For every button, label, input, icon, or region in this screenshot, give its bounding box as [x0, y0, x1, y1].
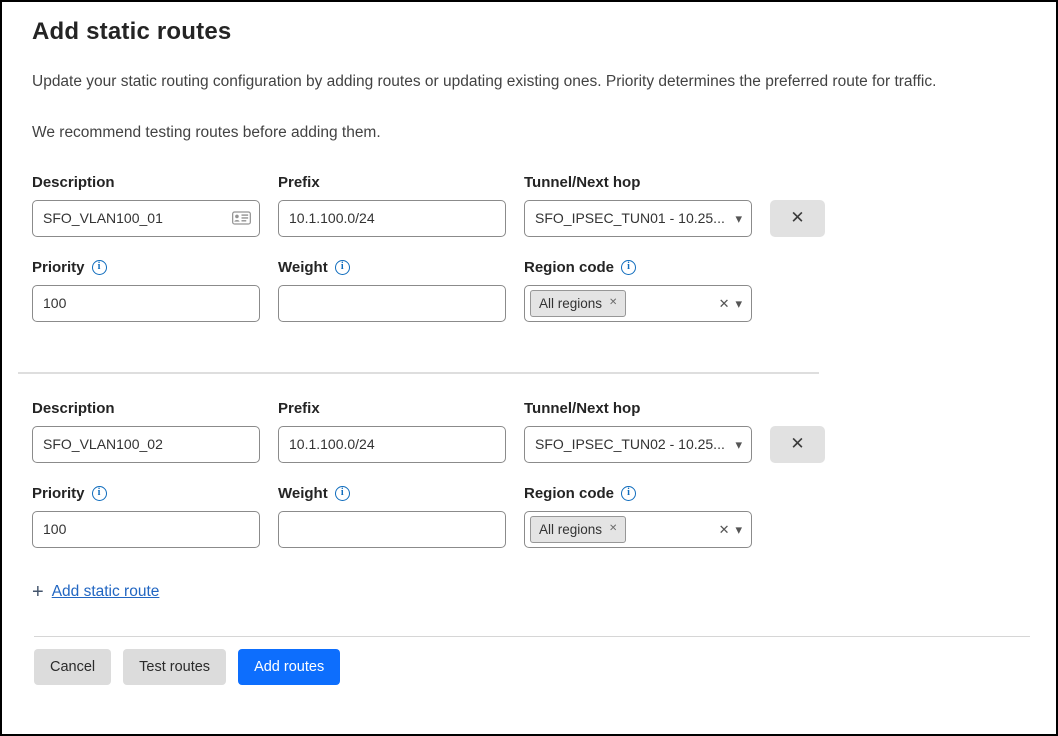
route-section-2: Description Prefix Tunnel/Next hop SFO_I…: [32, 400, 1026, 548]
weight-field-group: Weight i: [278, 485, 506, 548]
add-static-routes-dialog: Add static routes Update your static rou…: [2, 2, 1056, 685]
prefix-label: Prefix: [278, 174, 506, 191]
clear-selection-icon[interactable]: ✕: [719, 297, 730, 310]
weight-field-group: Weight i: [278, 259, 506, 322]
priority-field-group: Priority i: [32, 259, 260, 322]
region-tag-label: All regions: [539, 522, 602, 537]
remove-tag-icon[interactable]: ✕: [609, 298, 617, 308]
prefix-input[interactable]: [278, 426, 506, 463]
weight-label: Weight i: [278, 485, 506, 502]
description-label: Description: [32, 400, 260, 417]
priority-label-text: Priority: [32, 259, 85, 276]
priority-label-text: Priority: [32, 485, 85, 502]
tunnel-select[interactable]: SFO_IPSEC_TUN01 - 10.25... ▾: [524, 200, 752, 237]
region-multiselect[interactable]: All regions ✕ ✕ ▾: [524, 511, 752, 548]
close-icon: ✕: [790, 434, 804, 453]
chevron-down-icon: ▾: [735, 297, 742, 310]
dialog-footer: Cancel Test routes Add routes: [32, 636, 1026, 685]
region-tag[interactable]: All regions ✕: [530, 290, 626, 317]
region-multiselect[interactable]: All regions ✕ ✕ ▾: [524, 285, 752, 322]
clear-selection-icon[interactable]: ✕: [719, 523, 730, 536]
region-code-label-text: Region code: [524, 259, 614, 276]
info-icon[interactable]: i: [621, 260, 636, 275]
description-label: Description: [32, 174, 260, 191]
tunnel-select[interactable]: SFO_IPSEC_TUN02 - 10.25... ▾: [524, 426, 752, 463]
info-icon[interactable]: i: [335, 486, 350, 501]
section-divider: [18, 372, 819, 374]
weight-label-text: Weight: [278, 485, 328, 502]
info-icon[interactable]: i: [335, 260, 350, 275]
footer-divider: [34, 636, 1030, 637]
region-field-group: Region code i All regions ✕ ✕ ▾: [524, 485, 752, 548]
region-code-label: Region code i: [524, 485, 752, 502]
test-routes-button[interactable]: Test routes: [123, 649, 226, 685]
prefix-field-group: Prefix: [278, 174, 506, 237]
tunnel-label: Tunnel/Next hop: [524, 400, 752, 417]
page-title: Add static routes: [32, 18, 1026, 46]
priority-label: Priority i: [32, 485, 260, 502]
chevron-down-icon: ▾: [735, 438, 742, 451]
intro-text-2: We recommend testing routes before addin…: [32, 123, 1026, 144]
tunnel-select-value: SFO_IPSEC_TUN02 - 10.25...: [530, 436, 729, 452]
region-code-label-text: Region code: [524, 485, 614, 502]
weight-label-text: Weight: [278, 259, 328, 276]
tunnel-field-group: Tunnel/Next hop SFO_IPSEC_TUN01 - 10.25.…: [524, 174, 752, 237]
description-field-group: Description: [32, 400, 260, 463]
chevron-down-icon: ▾: [735, 212, 742, 225]
remove-route-button[interactable]: ✕: [770, 200, 825, 237]
region-code-label: Region code i: [524, 259, 752, 276]
prefix-input[interactable]: [278, 200, 506, 237]
description-input[interactable]: [32, 426, 260, 463]
prefix-label: Prefix: [278, 400, 506, 417]
info-icon[interactable]: i: [92, 486, 107, 501]
intro-text-1: Update your static routing configuration…: [32, 72, 1026, 93]
prefix-field-group: Prefix: [278, 400, 506, 463]
weight-label: Weight i: [278, 259, 506, 276]
weight-input[interactable]: [278, 511, 506, 548]
region-tag[interactable]: All regions ✕: [530, 516, 626, 543]
priority-field-group: Priority i: [32, 485, 260, 548]
remove-tag-icon[interactable]: ✕: [609, 524, 617, 534]
weight-input[interactable]: [278, 285, 506, 322]
plus-icon: +: [32, 582, 44, 602]
priority-input[interactable]: [32, 511, 260, 548]
close-icon: ✕: [790, 208, 804, 227]
chevron-down-icon: ▾: [735, 523, 742, 536]
info-icon[interactable]: i: [92, 260, 107, 275]
info-icon[interactable]: i: [621, 486, 636, 501]
contact-card-icon: [232, 211, 251, 225]
cancel-button[interactable]: Cancel: [34, 649, 111, 685]
add-routes-button[interactable]: Add routes: [238, 649, 340, 685]
priority-input[interactable]: [32, 285, 260, 322]
priority-label: Priority i: [32, 259, 260, 276]
region-field-group: Region code i All regions ✕ ✕ ▾: [524, 259, 752, 322]
tunnel-field-group: Tunnel/Next hop SFO_IPSEC_TUN02 - 10.25.…: [524, 400, 752, 463]
remove-route-button[interactable]: ✕: [770, 426, 825, 463]
add-static-route-link[interactable]: Add static route: [52, 583, 160, 601]
description-field-group: Description: [32, 174, 260, 237]
route-section-1: Description: [32, 174, 1026, 322]
region-tag-label: All regions: [539, 296, 602, 311]
tunnel-label: Tunnel/Next hop: [524, 174, 752, 191]
tunnel-select-value: SFO_IPSEC_TUN01 - 10.25...: [530, 210, 729, 226]
description-input[interactable]: [32, 200, 260, 237]
